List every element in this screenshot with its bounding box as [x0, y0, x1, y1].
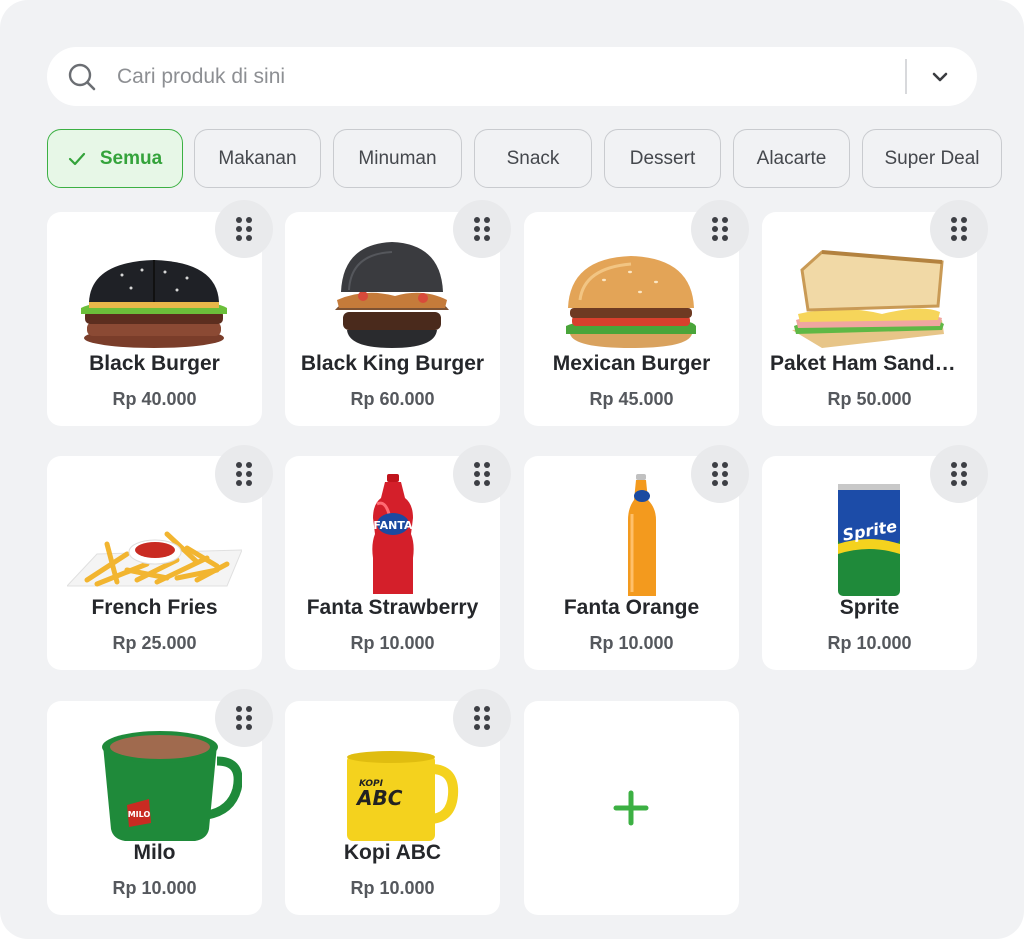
product-name: Mexican Burger — [552, 352, 711, 375]
chip-dessert[interactable]: Dessert — [604, 129, 721, 188]
chip-snack[interactable]: Snack — [474, 129, 592, 188]
kopi-abc-mug-image: KOPI ABC — [347, 751, 459, 841]
product-price: Rp 10.000 — [350, 878, 435, 898]
chip-label: Semua — [99, 147, 163, 169]
svg-text:ABC: ABC — [355, 786, 403, 810]
black-burger-image — [81, 260, 227, 348]
product-price: Rp 25.000 — [112, 633, 197, 653]
search-divider — [905, 59, 907, 94]
plus-icon — [613, 790, 649, 826]
product-name: Fanta Strawberry — [306, 596, 479, 619]
chip-semua[interactable]: Semua — [47, 129, 183, 188]
chip-label: Makanan — [218, 147, 297, 169]
ham-sandwich-image — [792, 250, 944, 348]
product-name: French Fries — [91, 596, 218, 619]
chip-alacarte[interactable]: Alacarte — [733, 129, 850, 188]
fanta-orange-bottle-image — [628, 474, 656, 596]
product-price: Rp 45.000 — [589, 389, 674, 409]
chip-label: Super Deal — [884, 147, 980, 169]
chip-makanan[interactable]: Makanan — [194, 129, 321, 188]
drag-handle-icon[interactable] — [453, 689, 511, 747]
svg-text:MILO: MILO — [128, 810, 151, 819]
chip-super-deal[interactable]: Super Deal — [862, 129, 1002, 188]
check-icon — [68, 152, 85, 165]
milo-mug-image: MILO — [102, 731, 242, 841]
drag-handle-icon[interactable] — [215, 445, 273, 503]
search-icon — [68, 63, 96, 91]
product-price: Rp 10.000 — [350, 633, 435, 653]
drag-handle-icon[interactable] — [453, 200, 511, 258]
product-price: Rp 10.000 — [827, 633, 912, 653]
product-price: Rp 10.000 — [589, 633, 674, 653]
product-price: Rp 40.000 — [112, 389, 197, 409]
chip-label: Minuman — [358, 147, 437, 169]
product-name: Black King Burger — [300, 352, 485, 375]
product-name: Paket Ham Sandwich — [770, 352, 969, 375]
product-price: Rp 10.000 — [112, 878, 197, 898]
chip-minuman[interactable]: Minuman — [333, 129, 462, 188]
drag-handle-icon[interactable] — [215, 200, 273, 258]
product-name: Sprite — [839, 596, 900, 619]
chevron-down-icon[interactable] — [927, 64, 953, 90]
chip-label: Dessert — [629, 147, 696, 169]
product-panel: Semua Makanan Minuman Snack Dessert Alac… — [0, 0, 1024, 939]
add-product-button[interactable] — [524, 701, 739, 915]
fanta-strawberry-bottle-image: FANTA — [372, 474, 414, 594]
product-name: Kopi ABC — [343, 841, 442, 864]
svg-text:FANTA: FANTA — [373, 519, 413, 532]
mexican-burger-image — [566, 256, 696, 348]
drag-handle-icon[interactable] — [453, 445, 511, 503]
chip-label: Snack — [506, 147, 560, 169]
drag-handle-icon[interactable] — [930, 200, 988, 258]
black-king-burger-image — [335, 242, 449, 348]
drag-handle-icon[interactable] — [691, 445, 749, 503]
search-bar[interactable] — [47, 47, 977, 106]
product-name: Black Burger — [89, 352, 220, 375]
category-filter-bar: Semua Makanan Minuman Snack Dessert Alac… — [47, 129, 1024, 189]
sprite-can-image: Sprite — [838, 484, 900, 596]
search-input[interactable] — [117, 57, 917, 97]
drag-handle-icon[interactable] — [930, 445, 988, 503]
french-fries-image — [67, 531, 242, 587]
product-price: Rp 50.000 — [827, 389, 912, 409]
product-name: Milo — [133, 841, 176, 864]
drag-handle-icon[interactable] — [215, 689, 273, 747]
chip-label: Alacarte — [756, 147, 827, 169]
product-price: Rp 60.000 — [350, 389, 435, 409]
product-name: Fanta Orange — [563, 596, 700, 619]
drag-handle-icon[interactable] — [691, 200, 749, 258]
